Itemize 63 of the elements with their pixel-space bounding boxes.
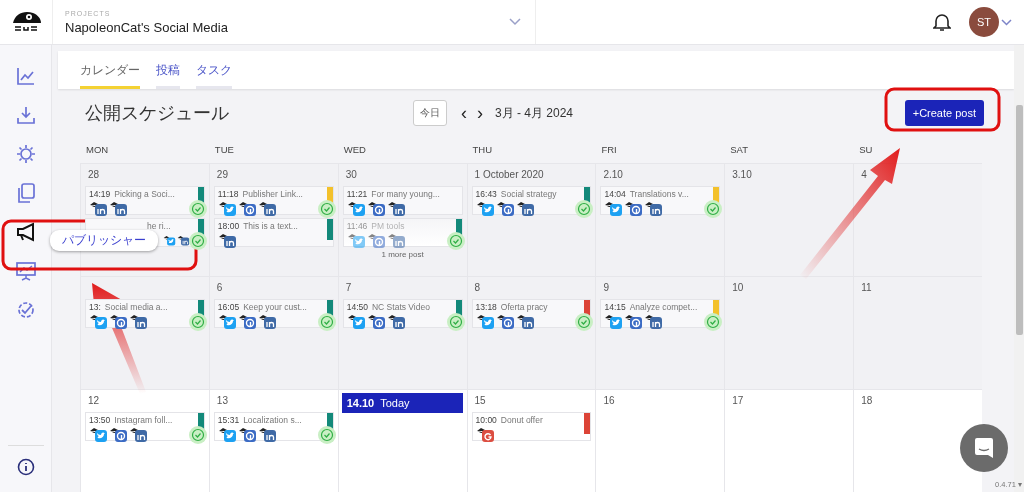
post-time: 14:04 — [604, 189, 626, 199]
post-title: Translations v... — [629, 189, 689, 199]
post-title: Donut offer — [500, 415, 543, 425]
post-time: 14:19 — [89, 189, 111, 199]
day-number: 29 — [216, 169, 228, 180]
day-number: 9 — [603, 282, 609, 293]
weekday-header: WED — [342, 143, 367, 155]
day-number: 1 October 2020 — [474, 169, 544, 180]
day-number: 8 — [474, 282, 481, 293]
post-title: This is a text... — [243, 221, 298, 231]
post-time: 13:50 — [89, 415, 111, 425]
post-title: Social media a... — [104, 302, 168, 312]
post-time: 15:31 — [217, 415, 240, 425]
post-title: PM tools — [371, 221, 405, 231]
weekday-header: MON — [85, 143, 110, 155]
post-time: 11:18 — [217, 189, 239, 199]
post-time: 11:21 — [346, 189, 368, 199]
day-number: 18 — [861, 395, 873, 406]
today-label: Today — [380, 397, 410, 409]
day-number: 10 — [732, 282, 744, 293]
post-time: 11:46 — [346, 221, 368, 231]
post-time: 13: — [89, 302, 101, 312]
day-number: 2.10 — [603, 169, 623, 180]
page-title: 公開スケジュール — [85, 102, 230, 125]
post-title: Keep your cust... — [243, 302, 307, 312]
post-time: 14:50 — [346, 302, 368, 312]
post-title: NC Stats Video — [372, 302, 430, 312]
weekday-header: THU — [471, 143, 494, 155]
day-number: 3.10 — [732, 169, 752, 180]
day-number: 30 — [345, 169, 357, 180]
weekday-header: TUE — [213, 143, 235, 155]
post-title: Social strategy — [500, 189, 557, 199]
day-number: 6 — [216, 282, 223, 293]
post-time: 16:43 — [475, 189, 497, 199]
project-name: NapoleonCat's Social Media — [65, 19, 229, 35]
weekday-header: SU — [858, 143, 874, 155]
day-number: 12 — [88, 395, 100, 406]
day-number: 11 — [861, 282, 872, 293]
day-number: 13 — [216, 395, 228, 406]
post-title: Localization s... — [243, 415, 302, 425]
today-date: 14.10 — [346, 397, 375, 409]
post-title: Oferta pracy — [500, 302, 548, 312]
weekday-header: FRI — [600, 143, 618, 155]
tooltip: パブリッシャー — [50, 230, 158, 251]
post-title: Picking a Soci... — [114, 189, 175, 199]
post-time: 16:05 — [217, 302, 240, 312]
post-title: Analyze compet... — [629, 302, 698, 312]
post-title: Publisher Link... — [242, 189, 303, 199]
post-time: 10:00 — [475, 415, 497, 425]
day-number: 4 — [861, 169, 867, 180]
post-title: Instagram foll... — [114, 415, 173, 425]
day-number: 17 — [732, 395, 744, 406]
day-number: 16 — [603, 395, 615, 406]
post-time: 14:15 — [604, 302, 626, 312]
post-time: 18:00 — [217, 221, 240, 231]
day-number: 28 — [88, 169, 100, 180]
post-title: he ri... — [147, 221, 171, 231]
post-time: 13:18 — [475, 302, 497, 312]
date-range: 3月 - 4月 2024 — [495, 104, 574, 122]
day-number: 15 — [474, 395, 486, 406]
weekday-header: SAT — [729, 143, 750, 155]
post-title: For many young... — [371, 189, 440, 199]
day-number: 7 — [345, 282, 352, 293]
